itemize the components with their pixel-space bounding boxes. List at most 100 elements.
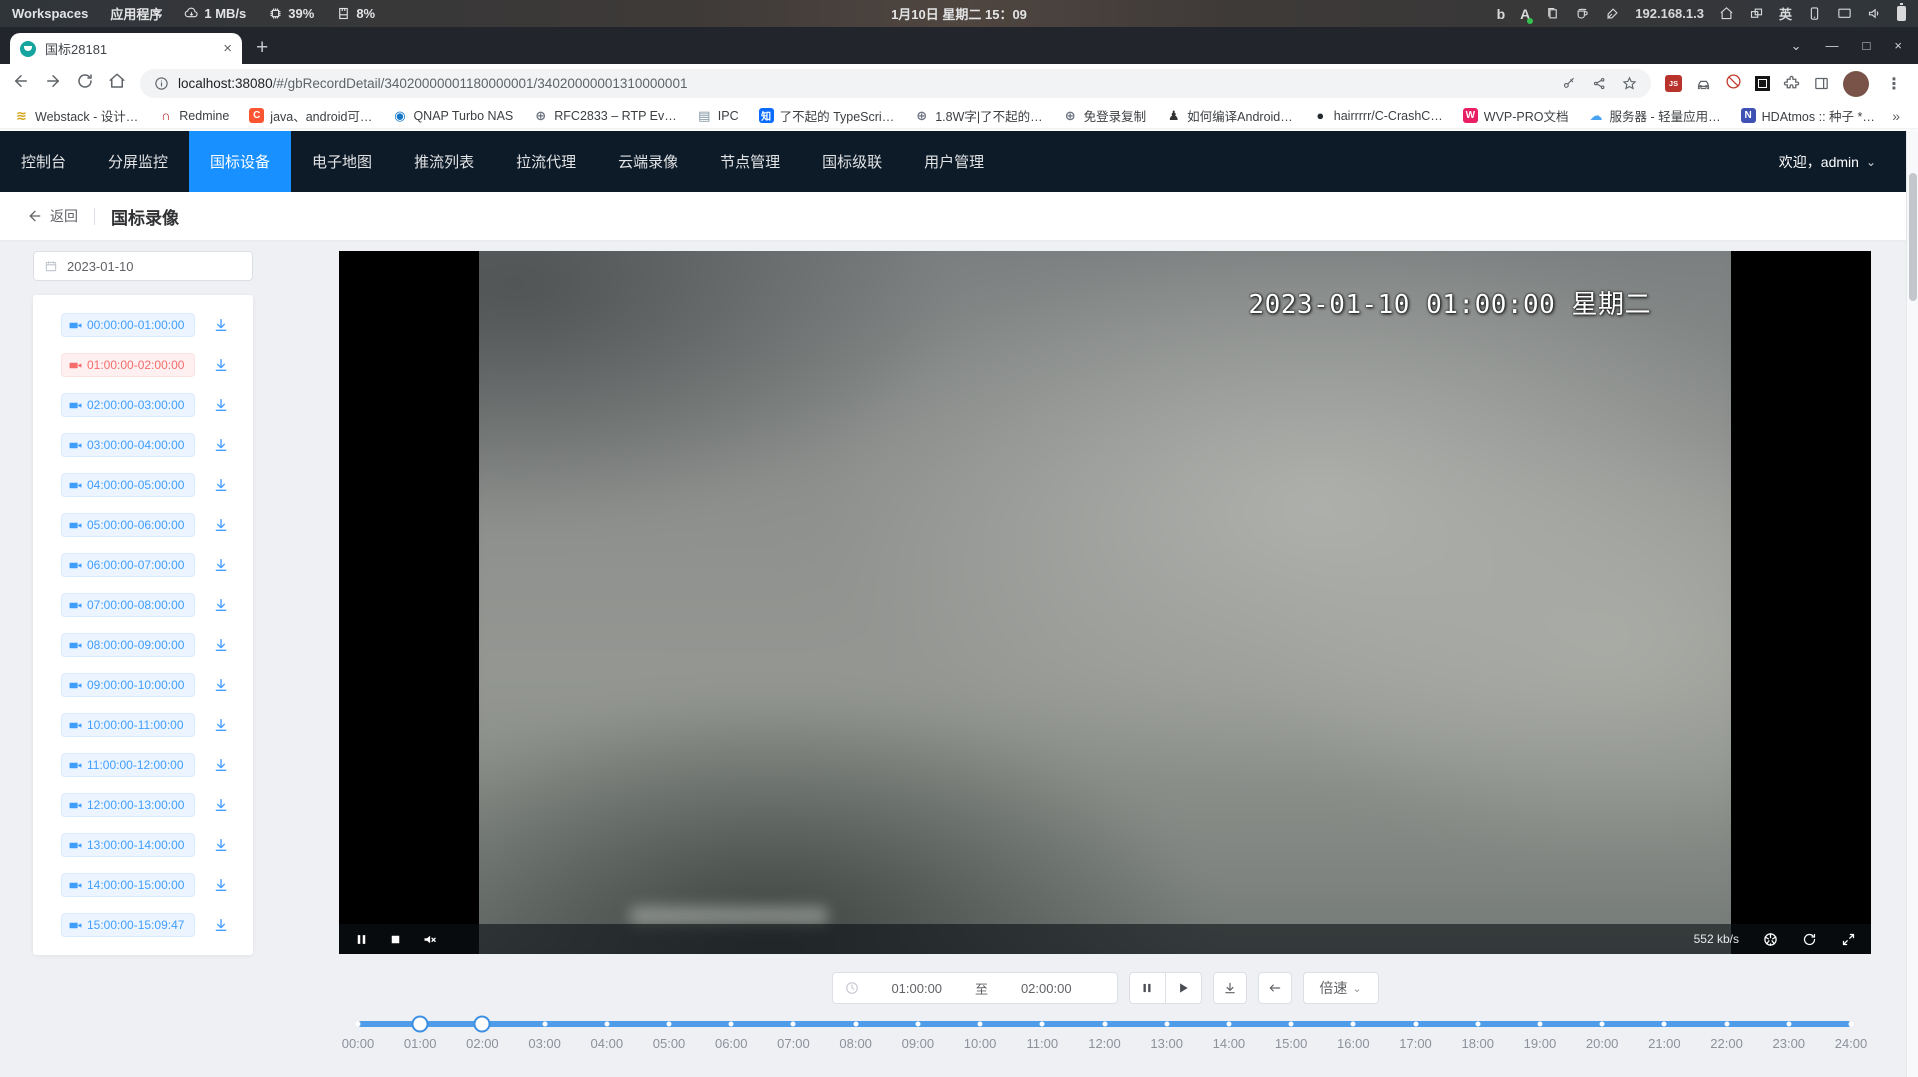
input-method-indicator[interactable]: 英 [1779,4,1792,23]
window-maximize-button[interactable]: □ [1863,38,1871,54]
player-pause-icon[interactable] [354,932,369,947]
bookmark-item[interactable]: ⊕免登录复制 [1063,106,1147,125]
ip-address[interactable]: 192.168.1.3 [1635,6,1704,21]
download-segment-button[interactable] [213,557,229,573]
nav-item-8[interactable]: 国标级联 [801,131,903,192]
battery-icon[interactable] [1897,6,1906,21]
download-segment-button[interactable] [213,757,229,773]
bookmark-item[interactable]: WWVP-PRO文档 [1463,106,1569,125]
download-segment-button[interactable] [213,357,229,373]
date-picker[interactable]: 2023-01-10 [33,251,253,281]
bing-icon[interactable]: b [1497,6,1506,22]
applications-menu[interactable]: 应用程序 [110,4,162,23]
bookmarks-overflow-button[interactable]: » [1888,108,1904,124]
volume-icon[interactable] [1867,6,1882,21]
segment-tag[interactable]: 15:00:00-15:09:47 [61,913,195,937]
player-mute-icon[interactable] [422,932,437,947]
download-segment-button[interactable] [213,877,229,893]
nav-item-3[interactable]: 电子地图 [291,131,393,192]
pause-button[interactable] [1129,972,1166,1004]
bookmark-item[interactable]: 知了不起的 TypeScri… [759,106,895,125]
browser-reload-button[interactable] [76,72,94,95]
nav-item-5[interactable]: 拉流代理 [495,131,597,192]
download-segment-button[interactable] [213,717,229,733]
windows-stack-icon[interactable] [1749,6,1764,21]
tab-close-button[interactable]: × [223,41,232,56]
extensions-puzzle-icon[interactable] [1783,75,1800,92]
scrollbar-thumb[interactable] [1909,173,1917,301]
player-stop-icon[interactable] [388,932,403,947]
segment-tag[interactable]: 08:00:00-09:00:00 [61,633,195,657]
bookmark-star-icon[interactable] [1622,76,1637,91]
bookmark-item[interactable]: ⊕RFC2833 – RTP Ev… [533,108,677,123]
bookmark-item[interactable]: ≋Webstack - 设计… [14,106,138,125]
profile-avatar[interactable] [1843,71,1869,97]
timeline-handle[interactable] [474,1016,491,1033]
download-segment-button[interactable] [213,837,229,853]
play-button[interactable] [1165,972,1202,1004]
os-clock[interactable]: 1月10日 星期二 15：09 [891,4,1027,23]
download-segment-button[interactable] [213,637,229,653]
workspaces-button[interactable]: Workspaces [12,6,88,21]
download-segment-button[interactable] [213,917,229,933]
bookmark-item[interactable]: ♟如何编译Android… [1166,106,1293,125]
window-close-button[interactable]: × [1894,38,1902,54]
segment-tag[interactable]: 12:00:00-13:00:00 [61,793,195,817]
timeline-track[interactable] [358,1021,1851,1027]
bookmark-item[interactable]: ◉QNAP Turbo NAS [392,108,513,123]
download-button[interactable] [1213,972,1247,1004]
browser-home-button[interactable] [108,72,126,95]
segment-tag[interactable]: 04:00:00-05:00:00 [61,473,195,497]
download-segment-button[interactable] [213,397,229,413]
bookmark-item[interactable]: Cjava、android可… [249,106,372,125]
timeline-handle[interactable] [412,1016,429,1033]
screenshot-extension-icon[interactable] [1755,76,1770,91]
download-segment-button[interactable] [213,437,229,453]
download-segment-button[interactable] [213,517,229,533]
tab-search-icon[interactable]: ⌄ [1791,38,1802,54]
car-extension-icon[interactable] [1695,75,1712,92]
download-segment-button[interactable] [213,797,229,813]
user-menu[interactable]: 欢迎，admin ⌄ [1779,131,1906,192]
nav-item-6[interactable]: 云端录像 [597,131,699,192]
nav-item-0[interactable]: 控制台 [0,131,87,192]
blocker-extension-icon[interactable] [1725,73,1742,95]
address-bar[interactable]: localhost:38080/#/gbRecordDetail/3402000… [140,69,1651,98]
translate-icon[interactable]: A [1520,6,1530,22]
site-info-icon[interactable] [154,76,169,91]
download-segment-button[interactable] [213,317,229,333]
bookmark-item[interactable]: NHDAtmos :: 种子 *… [1741,106,1875,125]
nav-item-7[interactable]: 节点管理 [699,131,801,192]
video-player[interactable]: 2023-01-10 01:00:00 星期二 552 kb/s [339,251,1871,954]
new-tab-button[interactable]: + [256,37,268,58]
segment-tag[interactable]: 00:00:00-01:00:00 [61,313,195,337]
page-scrollbar[interactable] [1906,131,1918,1077]
segment-tag[interactable]: 14:00:00-15:00:00 [61,873,195,897]
seek-back-button[interactable] [1258,972,1292,1004]
bookmark-item[interactable]: ⊕1.8W字|了不起的… [914,106,1042,125]
bookmark-item[interactable]: ∩Redmine [158,108,229,123]
browser-menu-button[interactable]: ⋮ [1882,74,1906,94]
nav-item-2[interactable]: 国标设备 [189,131,291,192]
segment-tag-active[interactable]: 01:00:00-02:00:00 [61,353,195,377]
download-segment-button[interactable] [213,677,229,693]
password-key-icon[interactable] [1562,76,1577,91]
browser-back-button[interactable] [12,72,30,95]
phone-link-icon[interactable] [1807,6,1822,21]
nav-item-4[interactable]: 推流列表 [393,131,495,192]
end-time-value[interactable]: 02:00:00 [988,981,1105,996]
segment-tag[interactable]: 02:00:00-03:00:00 [61,393,195,417]
segment-tag[interactable]: 05:00:00-06:00:00 [61,513,195,537]
bookmark-item[interactable]: ☁服务器 - 轻量应用… [1589,106,1721,125]
coffee-icon[interactable] [1575,6,1590,21]
url-text[interactable]: localhost:38080/#/gbRecordDetail/3402000… [178,76,687,91]
segment-tag[interactable]: 03:00:00-04:00:00 [61,433,195,457]
segment-tag[interactable]: 10:00:00-11:00:00 [61,713,195,737]
segment-tag[interactable]: 09:00:00-10:00:00 [61,673,195,697]
time-range-input[interactable]: 01:00:00 至 02:00:00 [832,972,1118,1004]
download-segment-button[interactable] [213,477,229,493]
download-segment-button[interactable] [213,597,229,613]
nav-item-9[interactable]: 用户管理 [903,131,1005,192]
clipboard-icon[interactable] [1545,6,1560,21]
js-extension-icon[interactable]: JS [1665,75,1682,92]
